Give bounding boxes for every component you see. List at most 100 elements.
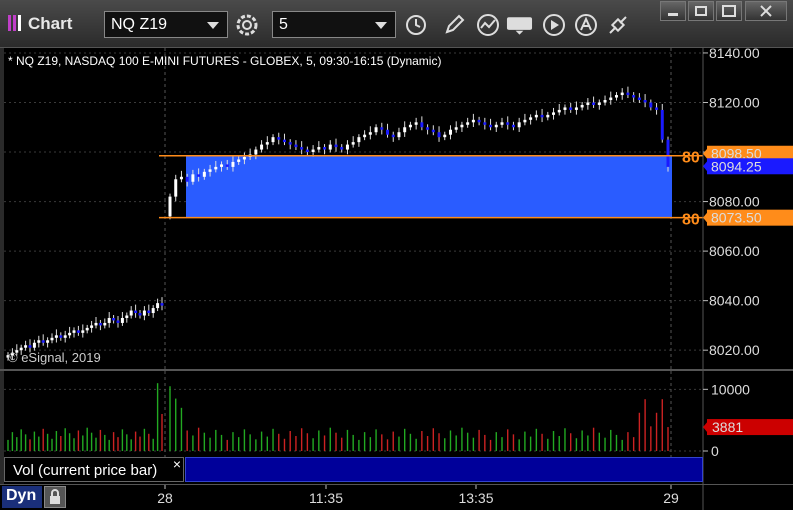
get-button[interactable] [506, 11, 533, 38]
candle-body [156, 303, 160, 309]
link-button[interactable] [604, 11, 631, 38]
candle-body [386, 129, 390, 135]
candle-body [317, 147, 321, 150]
candle-body [237, 159, 241, 162]
candle-body [129, 310, 133, 316]
candle-body [185, 176, 189, 182]
candle-body [63, 335, 67, 338]
candle-body [660, 109, 664, 140]
candle-body [76, 330, 80, 333]
candle-body [300, 147, 304, 150]
window-title: Chart [28, 14, 73, 33]
candle-body [649, 102, 653, 108]
candle-body [214, 166, 218, 170]
candle-body [81, 330, 85, 333]
interval-select[interactable]: 5 [272, 11, 396, 38]
symbol-select[interactable]: NQ Z19 [104, 11, 228, 38]
close-study-button[interactable]: × [173, 456, 181, 472]
candle-body [323, 147, 327, 150]
candle-body [271, 137, 275, 143]
dynamic-mode-button[interactable]: Dyn [2, 486, 42, 508]
lower-level-label: 80 [682, 212, 700, 229]
candle-body [32, 342, 36, 348]
time-axis: 28 11:35 13:35 29 [0, 484, 793, 510]
candle-body [448, 129, 452, 135]
price-tick-label: 8140.00 [709, 48, 760, 61]
candle-body [574, 107, 578, 110]
last-price-badge: 8094.25 [711, 158, 762, 174]
volume-study-name: Vol (current price bar) [13, 462, 158, 479]
candle-body [351, 142, 355, 145]
time-tick-label: 11:35 [309, 490, 343, 506]
price-tick-label: 8120.00 [709, 94, 760, 110]
time-tick-label: 29 [663, 490, 679, 506]
candle-body [208, 169, 212, 172]
symbol-value: NQ Z19 [111, 16, 168, 33]
candle-body [260, 144, 264, 150]
candle-body [107, 317, 111, 323]
candle-body [397, 132, 401, 138]
candle-body [288, 142, 292, 145]
candle-body [54, 335, 58, 338]
time-axis-svg: 28 11:35 13:35 29 [157, 485, 704, 510]
interval-value: 5 [279, 16, 288, 33]
upper-level-label: 80 [682, 150, 700, 167]
candle-body [59, 335, 63, 338]
candle-body [357, 137, 361, 143]
candle-body [466, 122, 470, 125]
candle-body [305, 149, 309, 153]
candle-body [460, 124, 464, 128]
candle-body [328, 144, 332, 150]
candle-body [391, 134, 395, 138]
restore-window-button[interactable] [688, 1, 714, 21]
alert-button[interactable] [572, 11, 599, 38]
candle-body [374, 127, 378, 133]
draw-button[interactable] [440, 11, 467, 38]
candle-body [620, 92, 624, 96]
volume-last-badge-pointer [703, 421, 708, 434]
toolbar: Chart NQ Z19 5 [0, 0, 793, 48]
studies-button[interactable] [474, 11, 501, 38]
candle-body [529, 117, 533, 120]
candle-body [345, 144, 349, 150]
left-border [0, 48, 4, 370]
candle-body [191, 174, 195, 182]
candle-body [28, 345, 32, 348]
close-window-button[interactable] [745, 1, 787, 21]
chart-header: * NQ Z19, NASDAQ 100 E-MINI FUTURES - GL… [8, 54, 441, 68]
play-button[interactable] [540, 11, 567, 38]
candle-body [37, 340, 41, 343]
candle-body [609, 97, 613, 101]
candle-body [437, 132, 441, 138]
candle-body [254, 149, 258, 155]
maximize-window-button[interactable] [716, 1, 742, 21]
candle-body [557, 109, 561, 113]
time-button[interactable] [402, 11, 429, 38]
candle-body [368, 132, 372, 135]
candle-body [120, 317, 124, 323]
price-chart[interactable]: 8020.00 8040.00 8060.00 8080.00 8120.00 8140.… [0, 48, 793, 370]
lock-icon [50, 489, 60, 504]
alert-a-icon [574, 13, 597, 36]
volume-study-label[interactable]: Vol (current price bar) × [4, 456, 184, 482]
candle-body [197, 174, 201, 177]
candle-body [311, 149, 315, 153]
candle-body [431, 129, 435, 133]
minimize-window-button[interactable] [660, 1, 686, 21]
candle-body [603, 100, 607, 103]
settings-button[interactable] [233, 11, 260, 38]
price-zone[interactable] [186, 155, 672, 218]
candle-body [534, 114, 538, 118]
candle-body [586, 102, 590, 105]
candle-body [523, 119, 527, 123]
price-tick-label: 8040.00 [709, 293, 760, 309]
lock-button[interactable] [44, 486, 66, 508]
watermark: © eSignal, 2019 [8, 350, 101, 365]
chart-app-icon [8, 15, 22, 31]
close-icon [760, 5, 772, 17]
candle-body [443, 134, 447, 138]
candle-body [125, 315, 129, 318]
candle-body [179, 176, 183, 180]
candle-body [454, 127, 458, 130]
candle-body [103, 322, 107, 326]
